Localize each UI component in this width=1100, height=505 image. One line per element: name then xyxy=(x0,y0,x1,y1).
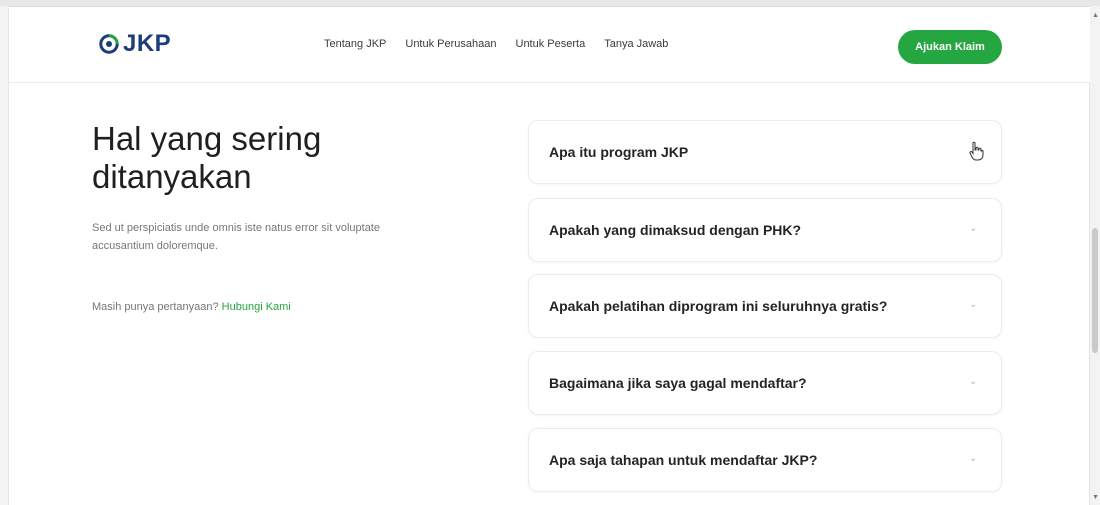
ajukan-klaim-button[interactable]: Ajukan Klaim xyxy=(898,30,1002,64)
hand-pointer-icon xyxy=(969,141,984,161)
site-header: JKP Tentang JKP Untuk Perusahaan Untuk P… xyxy=(9,7,1090,83)
scrollbar[interactable]: ▲ ▼ xyxy=(1089,6,1100,505)
faq-item[interactable]: Bagaimana jika saya gagal mendaftar? ⌄ xyxy=(528,351,1002,415)
contact-prompt: Masih punya pertanyaan? xyxy=(92,301,219,313)
chevron-down-icon: ⌄ xyxy=(969,223,978,234)
scroll-down-icon[interactable]: ▼ xyxy=(1092,494,1099,501)
nav-item-untuk-peserta[interactable]: Untuk Peserta xyxy=(516,38,586,50)
faq-question: Apa saja tahapan untuk mendaftar JKP? xyxy=(549,452,818,468)
faq-question: Apa itu program JKP xyxy=(549,144,689,160)
faq-question: Bagaimana jika saya gagal mendaftar? xyxy=(549,375,807,391)
faq-item[interactable]: Apakah yang dimaksud dengan PHK? ⌄ xyxy=(528,198,1002,262)
nav-item-untuk-perusahaan[interactable]: Untuk Perusahaan xyxy=(405,38,496,50)
chevron-down-icon: ⌄ xyxy=(969,453,978,464)
nav-item-tentang-jkp[interactable]: Tentang JKP xyxy=(324,38,386,50)
browser-top-edge xyxy=(0,0,1100,7)
main-nav: Tentang JKP Untuk Perusahaan Untuk Peser… xyxy=(324,38,668,50)
faq-item[interactable]: Apa itu program JKP xyxy=(528,120,1002,184)
scroll-up-icon[interactable]: ▲ xyxy=(1092,12,1099,19)
faq-question: Apakah yang dimaksud dengan PHK? xyxy=(549,222,802,238)
chevron-down-icon: ⌄ xyxy=(969,376,978,387)
faq-heading: Hal yang sering ditanyakan xyxy=(92,120,322,195)
contact-line: Masih punya pertanyaan? Hubungi Kami xyxy=(92,301,291,313)
browser-left-edge xyxy=(0,6,9,505)
nav-item-tanya-jawab[interactable]: Tanya Jawab xyxy=(604,38,668,50)
contact-link[interactable]: Hubungi Kami xyxy=(222,301,291,313)
scrollbar-thumb[interactable] xyxy=(1092,228,1098,353)
faq-question: Apakah pelatihan diprogram ini seluruhny… xyxy=(549,298,888,314)
logo-mark-icon xyxy=(99,34,119,54)
faq-description: Sed ut perspiciatis unde omnis iste natu… xyxy=(92,222,380,252)
faq-item[interactable]: Apakah pelatihan diprogram ini seluruhny… xyxy=(528,274,1002,338)
logo-text: JKP xyxy=(123,30,172,57)
chevron-down-icon: ⌄ xyxy=(969,299,978,310)
faq-item[interactable]: Apa saja tahapan untuk mendaftar JKP? ⌄ xyxy=(528,428,1002,492)
logo[interactable]: JKP xyxy=(99,29,171,59)
